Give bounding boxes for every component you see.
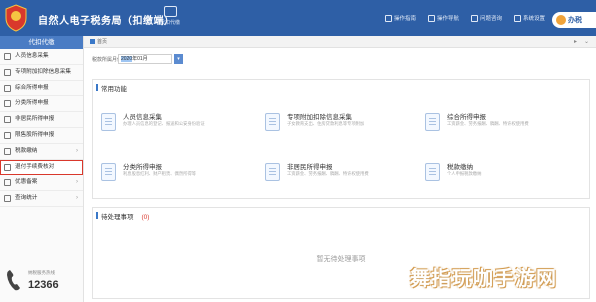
sidebar-item-fee-refund-check[interactable]: 退付手续费核对	[0, 159, 83, 176]
sidebar-header: 代扣代缴	[0, 36, 83, 49]
book-icon	[385, 15, 392, 23]
func-tax-payment[interactable]: 税款缴纳 个人申报税款缴纳	[425, 159, 585, 193]
compass-icon	[428, 15, 435, 23]
report-icon	[4, 131, 11, 139]
phone-icon	[7, 270, 20, 291]
hotline: 纳税服务热线 12366	[6, 266, 80, 296]
home-icon	[90, 39, 95, 45]
title-bar: 自然人电子税务局（扣缴端） 代扣代缴 操作指南 操作导航 问题咨询 系统设置 办…	[0, 0, 596, 36]
file-icon	[4, 179, 11, 187]
chart-icon	[4, 195, 11, 203]
hotline-caption: 纳税服务热线	[28, 270, 55, 275]
monitor-icon	[163, 6, 177, 17]
report-icon	[4, 84, 11, 92]
chevron-right-icon: ›	[76, 195, 78, 202]
chat-icon	[471, 15, 478, 23]
money-icon	[4, 147, 11, 155]
func-nonresident-income[interactable]: 非居民所得申报 工资薪金、劳务报酬、稿酬、特许权使用费	[265, 159, 425, 193]
func-comprehensive-income[interactable]: 综合所得申报 工资薪金、劳务报酬、稿酬、特许权使用费	[425, 109, 585, 143]
settings-link[interactable]: 系统设置	[514, 14, 545, 23]
breadcrumb-home[interactable]: 首页	[90, 38, 107, 45]
tab-menu-icon[interactable]: ⌄	[584, 38, 589, 45]
period-input[interactable]: 2020年01月	[118, 54, 172, 64]
common-functions-title: 常用功能	[96, 83, 127, 93]
todo-title: 待处理事项 (0)	[95, 211, 150, 221]
report-icon	[265, 163, 280, 181]
report-icon	[4, 116, 11, 124]
report-icon	[4, 100, 11, 108]
person-icon	[4, 53, 11, 60]
func-person-info[interactable]: 人员信息采集 办理人员信息的登记、报送和公安身份验证	[101, 109, 261, 143]
report-icon	[101, 163, 116, 181]
withhold-shortcut-button[interactable]: 代扣代缴	[150, 6, 190, 32]
tax-emblem-icon	[5, 4, 27, 32]
common-functions-panel: 常用功能 人员信息采集 办理人员信息的登记、报送和公安身份验证 专项附加扣除信息…	[92, 79, 590, 199]
withhold-shortcut-label: 代扣代缴	[159, 20, 180, 26]
tab-scroll-icon[interactable]: ▸	[574, 38, 577, 45]
form-icon	[4, 68, 11, 76]
sidebar-item-special-deduction[interactable]: 专项附加扣除信息采集	[0, 65, 83, 81]
sidebar: 代扣代缴 人员信息采集 专项附加扣除信息采集 综合所得申报 分类所得申报 非居民…	[0, 36, 84, 302]
sidebar-item-nonresident-income[interactable]: 非居民所得申报	[0, 112, 83, 128]
sidebar-item-person-info[interactable]: 人员信息采集	[0, 49, 83, 65]
person-card-icon	[101, 113, 116, 131]
gear-icon	[514, 15, 521, 23]
sidebar-item-restricted-stock[interactable]: 限售股所得申报	[0, 128, 83, 144]
avatar	[556, 15, 566, 25]
sidebar-item-classified-income[interactable]: 分类所得申报	[0, 96, 83, 113]
sidebar-item-query-stats[interactable]: 查询统计 ›	[0, 191, 83, 207]
watermark: 舞指玩咖手游网	[410, 268, 557, 290]
check-icon	[4, 163, 11, 171]
period-dropdown-button[interactable]: ▾	[174, 54, 183, 64]
form-icon	[265, 113, 280, 131]
sidebar-item-preference-filing[interactable]: 优惠备案 ›	[0, 175, 83, 192]
navigation-link[interactable]: 操作导航	[428, 14, 459, 23]
sidebar-item-comprehensive-income[interactable]: 综合所得申报	[0, 81, 83, 97]
guide-link[interactable]: 操作指南	[385, 14, 416, 23]
money-icon	[425, 163, 440, 181]
chevron-right-icon: ›	[76, 147, 78, 154]
sidebar-item-tax-payment[interactable]: 税款缴纳 ›	[0, 144, 83, 160]
report-icon	[425, 113, 440, 131]
user-label: 办税	[568, 17, 582, 24]
breadcrumb: 首页 ▸ ⌄	[84, 36, 596, 48]
func-special-deduction[interactable]: 专项附加扣除信息采集 子女教育支出、住房贷款利息等专项附加	[265, 109, 425, 143]
chevron-right-icon: ›	[76, 179, 78, 186]
todo-count: (0)	[141, 214, 150, 221]
func-classified-income[interactable]: 分类所得申报 利息股息红利、财产租赁、偶然所得等	[101, 159, 261, 193]
user-menu-button[interactable]: 办税	[552, 12, 596, 28]
hotline-number: 12366	[28, 279, 59, 291]
consult-link[interactable]: 问题咨询	[471, 14, 502, 23]
